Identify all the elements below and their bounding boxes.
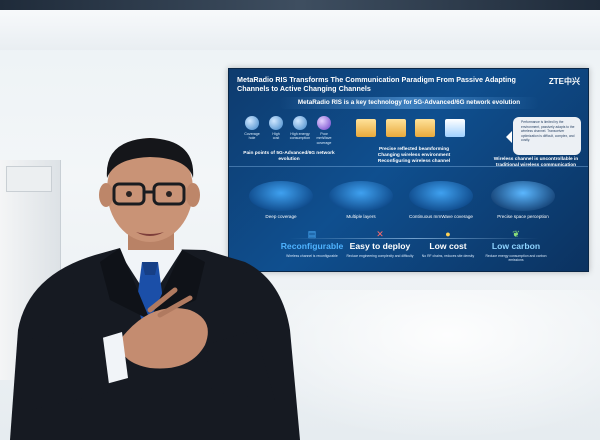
ear-right (186, 183, 200, 207)
ear-left (99, 183, 113, 207)
presenter (10, 138, 300, 440)
